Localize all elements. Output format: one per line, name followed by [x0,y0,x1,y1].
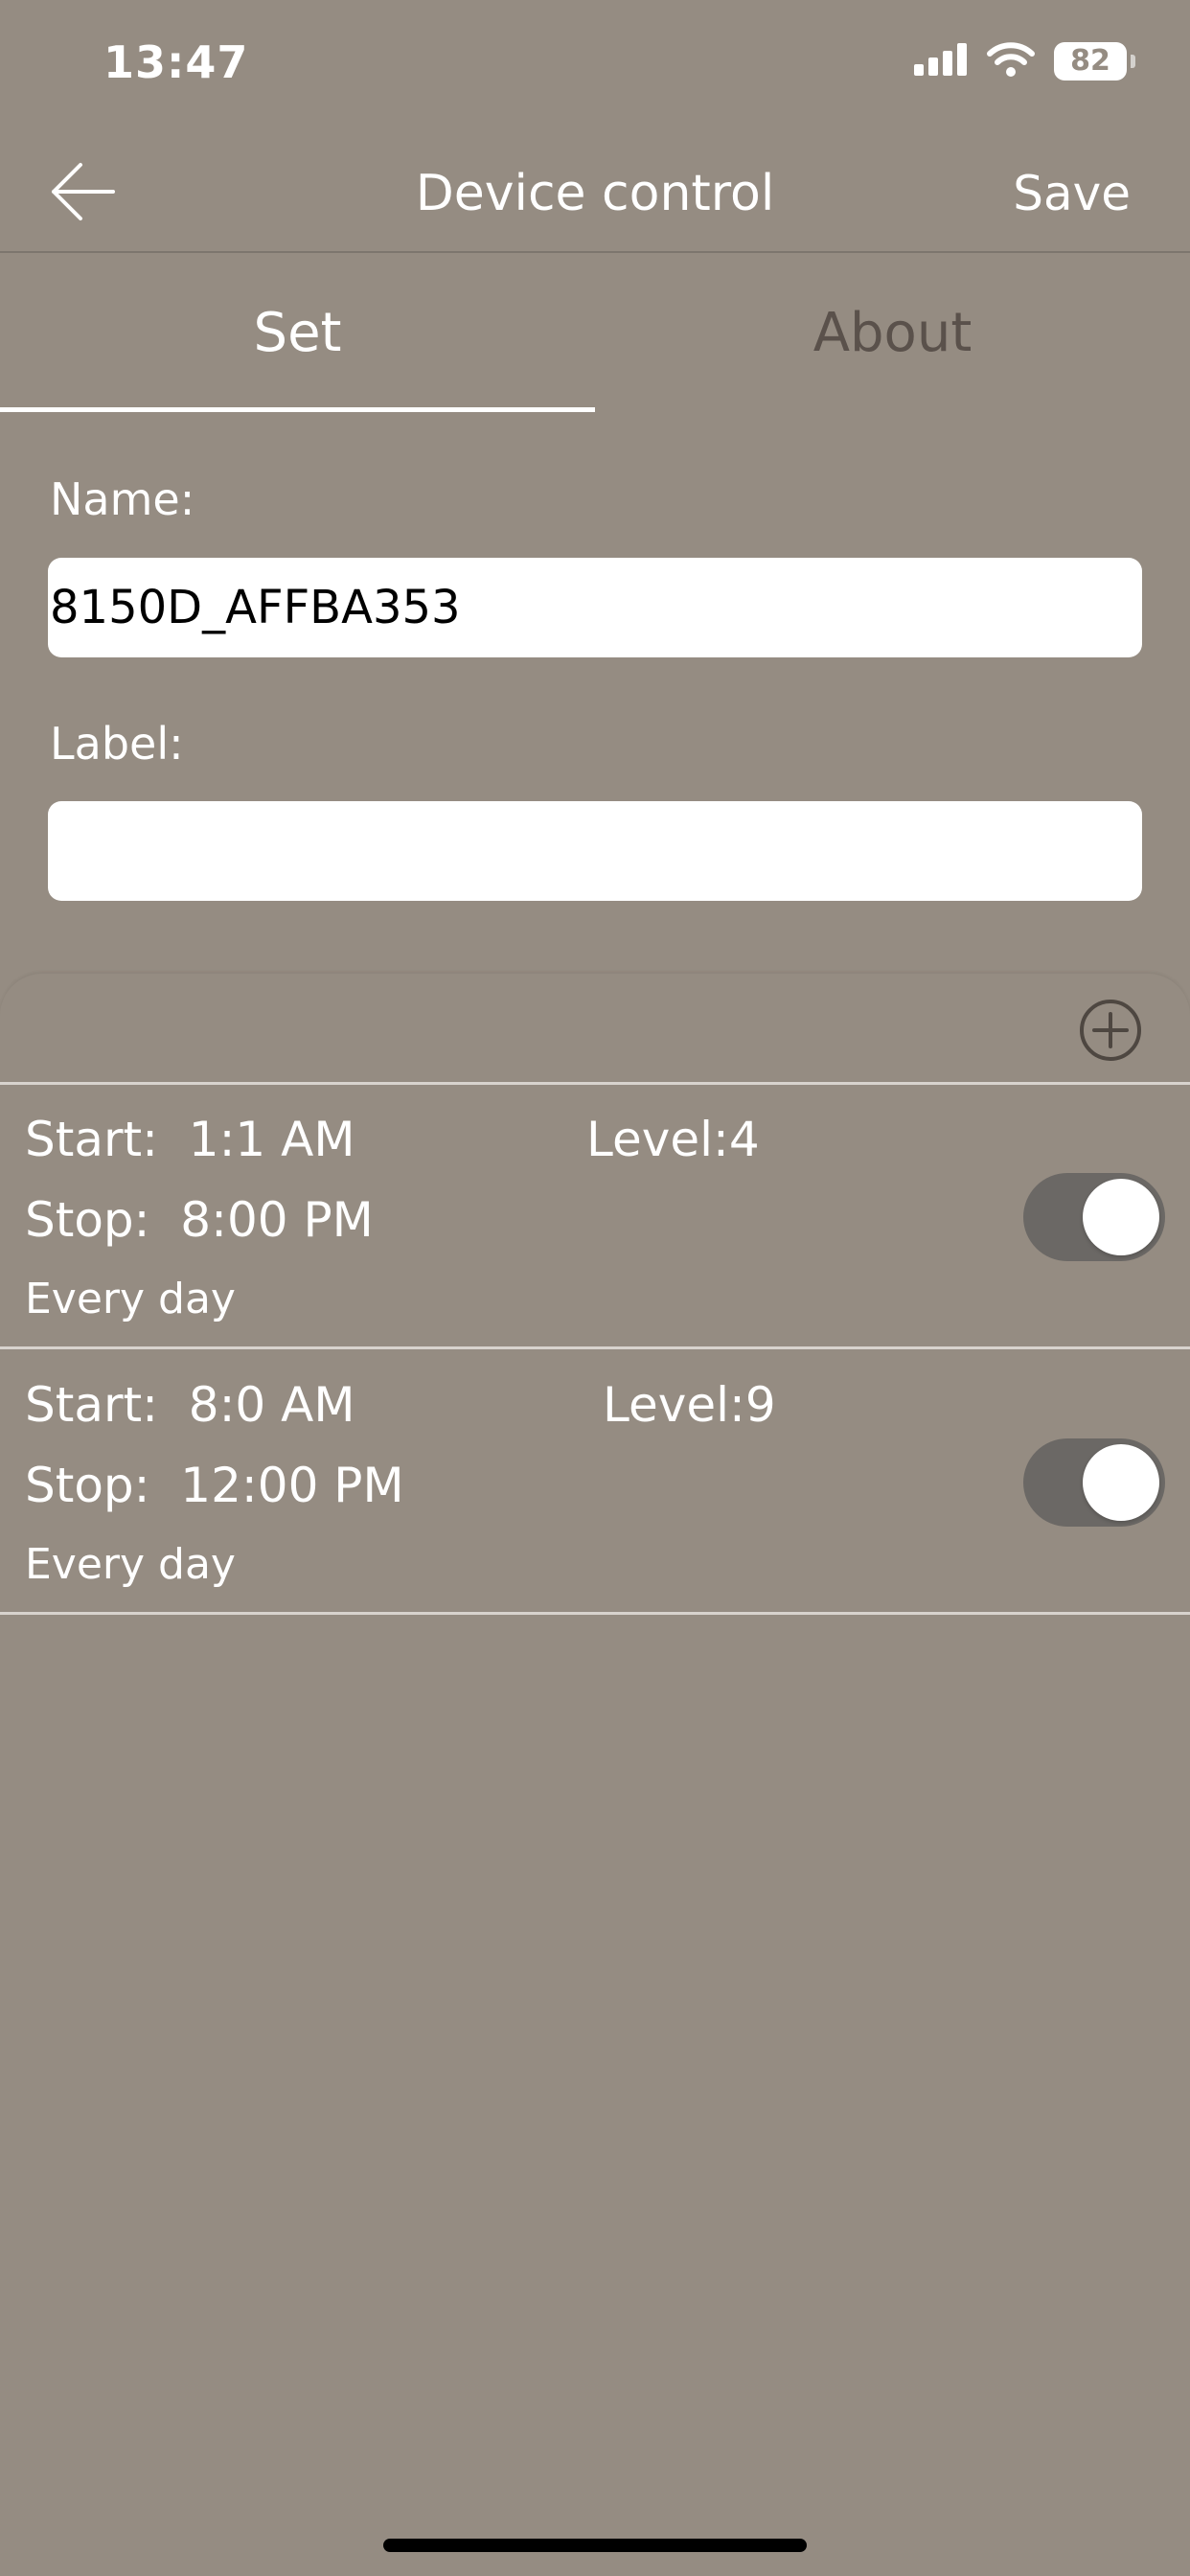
battery-icon: 82 [1054,42,1135,80]
tab-about[interactable]: About [595,255,1190,412]
name-label: Name: [50,473,195,525]
save-button[interactable]: Save [1013,159,1131,228]
tab-set[interactable]: Set [0,255,595,412]
schedule-stop: Stop: 8:00 PM [25,1192,374,1248]
app-header: Device control Save [0,134,1190,253]
label-input[interactable] [48,801,1142,901]
toggle-knob [1083,1179,1159,1255]
name-input[interactable] [48,558,1142,657]
label-label: Label: [50,718,184,770]
page-title: Device control [415,165,775,222]
schedule-stop: Stop: 12:00 PM [25,1458,404,1513]
schedule-start: Start: 8:0 AM [25,1377,355,1433]
status-icons: 82 [914,42,1135,80]
status-bar: 13:47 82 [0,0,1190,134]
status-time: 13:47 [103,36,249,88]
wifi-icon [987,42,1035,80]
home-indicator[interactable] [383,2539,807,2552]
schedule-header [0,974,1190,1085]
plus-circle-icon [1079,1000,1142,1066]
toggle-knob [1083,1444,1159,1521]
schedule-repeat: Every day [25,1275,236,1323]
cellular-signal-icon [914,43,968,80]
schedule-level: Level:4 [586,1112,760,1167]
schedule-item[interactable]: Start: 1:1 AM Level:4 Stop: 8:00 PM Ever… [0,1085,1190,1349]
add-schedule-button[interactable] [1079,999,1142,1062]
active-tab-indicator [0,407,595,412]
schedule-item[interactable]: Start: 8:0 AM Level:9 Stop: 12:00 PM Eve… [0,1350,1190,1615]
schedule-toggle[interactable] [1023,1173,1165,1261]
schedule-start: Start: 1:1 AM [25,1112,355,1167]
tab-bar: Set About [0,255,1190,412]
schedule-level: Level:9 [603,1377,776,1433]
device-control-screen: 13:47 82 Device control Save Set About N… [0,0,1190,2576]
schedule-repeat: Every day [25,1540,236,1589]
schedule-panel: Start: 1:1 AM Level:4 Stop: 8:00 PM Ever… [0,974,1190,2576]
schedule-toggle[interactable] [1023,1438,1165,1527]
